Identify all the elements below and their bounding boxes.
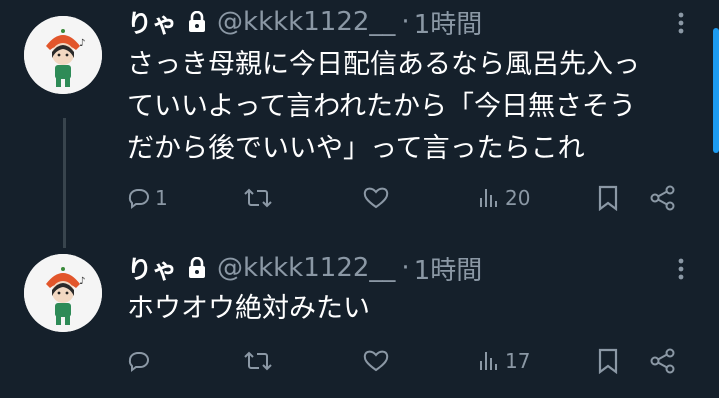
tweet-text: さっき母親に今日配信あるなら風呂先入っ ていいよって言われたから「今日無さそう … [127,44,640,170]
timestamp[interactable]: 1時間 [414,250,483,287]
tweet-actions: 1 20 [127,178,683,218]
lock-icon [187,11,207,33]
views-count: 20 [505,186,531,210]
display-name[interactable]: りゃ [127,4,177,40]
tweet-text: ホウオウ絶対みたい [127,288,370,330]
reply-button[interactable] [127,341,155,381]
tweet[interactable]: ♪ りゃ @kkkk1122__ · 1時間 ホウオウ絶対みたい 17 [0,236,719,398]
reply-icon [127,186,151,210]
display-name[interactable]: りゃ [127,250,177,286]
retweet-button[interactable] [243,178,273,218]
share-icon [649,348,677,374]
avatar[interactable]: ♪ [24,254,102,332]
tweet-text-line: ホウオウ絶対みたい [127,293,370,324]
separator-dot: · [401,7,410,37]
reply-button[interactable]: 1 [127,178,168,218]
bookmark-button[interactable] [597,178,619,218]
like-button[interactable] [362,178,390,218]
retweet-button[interactable] [243,341,273,381]
bookmark-icon [597,348,619,374]
like-button[interactable] [362,341,390,381]
tweet-text-line: だから後でいいや」って言ったらこれ [127,133,585,164]
bookmark-icon [597,185,619,211]
share-icon [649,185,677,211]
retweet-icon [243,186,273,210]
tweet-header: りゃ @kkkk1122__ · 1時間 [127,2,482,42]
share-button[interactable] [649,178,677,218]
separator-dot: · [401,253,410,283]
views-button[interactable]: 20 [477,178,530,218]
tweet-text-line: さっき母親に今日配信あるなら風呂先入っ [127,49,640,80]
avatar[interactable]: ♪ [24,16,102,94]
tweet-text-line: ていいよって言われたから「今日無さそう [127,91,636,122]
svg-text:♪: ♪ [79,38,85,49]
retweet-icon [243,349,273,373]
handle[interactable]: @kkkk1122__ [217,253,395,283]
like-icon [362,349,390,373]
reply-icon [127,349,151,373]
handle[interactable]: @kkkk1122__ [217,7,395,37]
tweet-header: りゃ @kkkk1122__ · 1時間 [127,248,482,288]
more-icon[interactable] [671,8,691,38]
views-icon [477,349,501,373]
svg-text:♪: ♪ [79,276,85,287]
views-icon [477,186,501,210]
timestamp[interactable]: 1時間 [414,4,483,41]
bookmark-button[interactable] [597,341,619,381]
tweet[interactable]: ♪ りゃ @kkkk1122__ · 1時間 さっき母親に今日配信あるなら風呂先… [0,0,719,236]
more-icon[interactable] [671,254,691,284]
reply-count: 1 [155,186,168,210]
share-button[interactable] [649,341,677,381]
tweet-actions: 17 [127,341,683,381]
views-count: 17 [505,349,531,373]
like-icon [362,186,390,210]
lock-icon [187,257,207,279]
views-button[interactable]: 17 [477,341,530,381]
